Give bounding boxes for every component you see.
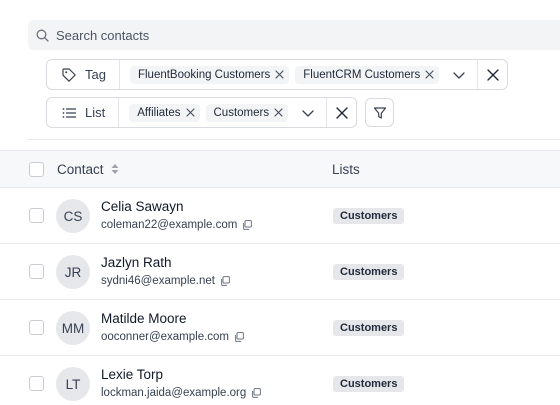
clear-tag-filter-button[interactable] — [477, 60, 507, 89]
contact-email: coleman22@example.com — [101, 219, 238, 231]
add-filter-button[interactable] — [365, 98, 395, 127]
list-badge: Customers — [333, 376, 405, 392]
tag-chip: FluentBooking Customers — [129, 65, 290, 84]
copy-icon[interactable] — [234, 332, 244, 342]
row-checkbox[interactable] — [29, 320, 44, 335]
close-icon[interactable] — [274, 69, 285, 80]
tag-filter-values: FluentBooking Customers FluentCRM Custom… — [120, 60, 477, 89]
close-icon[interactable] — [185, 107, 196, 118]
chip-label: FluentCRM Customers — [303, 68, 421, 81]
list-filter-row: List Affiliates Customers — [46, 97, 395, 128]
contact-email: ooconner@example.com — [101, 331, 230, 343]
contact-name[interactable]: Jazlyn Rath — [101, 255, 172, 270]
list-badge: Customers — [333, 208, 405, 224]
tag-icon — [61, 67, 77, 83]
tag-filter: Tag FluentBooking Customers FluentCRM Cu… — [46, 59, 509, 90]
list-filter: List Affiliates Customers — [46, 97, 358, 128]
table-row[interactable]: CS Celia Sawayn coleman22@example.com Cu… — [0, 188, 560, 244]
contact-email-line: sydni46@example.net — [101, 275, 230, 287]
contact-name[interactable]: Celia Sawayn — [101, 199, 184, 214]
contact-name[interactable]: Lexie Torp — [101, 367, 163, 382]
table-header: Contact Lists — [0, 150, 560, 188]
select-all-checkbox[interactable] — [29, 161, 44, 177]
close-icon[interactable] — [424, 69, 435, 80]
search-input[interactable] — [56, 27, 456, 43]
contact-email-line: coleman22@example.com — [101, 219, 253, 231]
row-checkbox[interactable] — [29, 376, 44, 391]
chevron-down-icon[interactable] — [451, 67, 467, 83]
copy-icon[interactable] — [251, 388, 262, 398]
divider — [28, 139, 560, 140]
contact-email-line: ooconner@example.com — [101, 331, 244, 343]
contact-email: lockman.jaida@example.org — [101, 387, 247, 399]
close-icon — [486, 68, 500, 82]
search-bar[interactable] — [28, 20, 560, 50]
avatar: JR — [56, 255, 90, 289]
column-header-lists: Lists — [332, 161, 360, 177]
clear-list-filter-button[interactable] — [326, 98, 356, 127]
avatar: MM — [56, 311, 90, 345]
tag-filter-key[interactable]: Tag — [47, 60, 120, 89]
list-badge: Customers — [333, 320, 405, 336]
chevron-down-icon[interactable] — [300, 105, 316, 121]
chip-label: Affiliates — [137, 106, 181, 119]
close-icon — [335, 106, 349, 120]
list-icon — [61, 105, 77, 121]
avatar: LT — [56, 367, 90, 401]
list-chip: Customers — [205, 103, 289, 122]
copy-icon[interactable] — [220, 276, 230, 286]
search-icon — [36, 29, 49, 42]
list-badge: Customers — [333, 264, 405, 280]
chip-label: Customers — [213, 106, 270, 119]
tag-chip: FluentCRM Customers — [295, 65, 440, 84]
list-filter-label: List — [85, 105, 106, 120]
table-row[interactable]: MM Matilde Moore ooconner@example.com Cu… — [0, 300, 560, 356]
tag-filter-row: Tag FluentBooking Customers FluentCRM Cu… — [46, 59, 509, 90]
funnel-icon — [373, 106, 387, 120]
column-header-contact[interactable]: Contact — [57, 162, 120, 177]
table-row[interactable]: LT Lexie Torp lockman.jaida@example.org … — [0, 356, 560, 405]
contact-email-line: lockman.jaida@example.org — [101, 387, 262, 399]
chip-label: FluentBooking Customers — [137, 68, 271, 81]
list-chip: Affiliates — [129, 103, 200, 122]
sort-icon[interactable] — [110, 163, 120, 175]
list-filter-values: Affiliates Customers — [119, 98, 326, 127]
tag-filter-label: Tag — [85, 67, 106, 82]
avatar: CS — [56, 199, 90, 233]
copy-icon[interactable] — [242, 220, 253, 230]
list-filter-key[interactable]: List — [47, 98, 120, 127]
table-row[interactable]: JR Jazlyn Rath sydni46@example.net Custo… — [0, 244, 560, 300]
row-checkbox[interactable] — [29, 208, 44, 223]
row-checkbox[interactable] — [29, 264, 44, 279]
contact-name[interactable]: Matilde Moore — [101, 311, 187, 326]
column-label: Contact — [57, 161, 104, 177]
contact-email: sydni46@example.net — [101, 275, 215, 287]
close-icon[interactable] — [273, 107, 284, 118]
